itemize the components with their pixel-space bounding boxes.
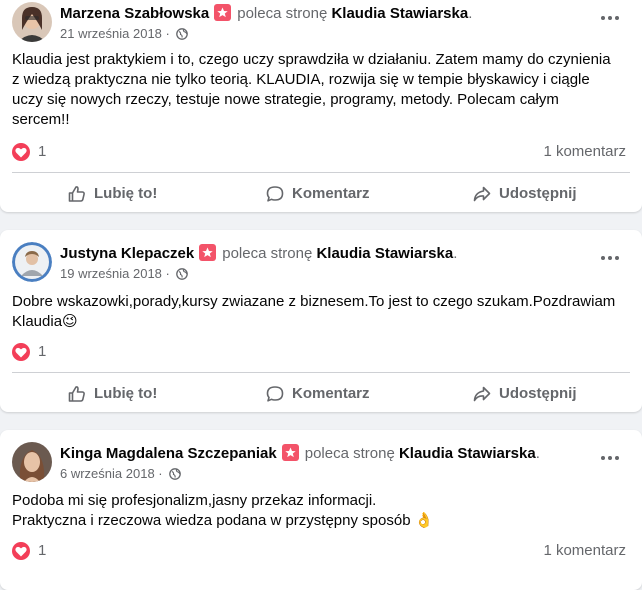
post-card: Kinga Magdalena Szczepaniak poleca stronę… (0, 430, 642, 590)
recommend-star-icon (281, 444, 299, 461)
heart-icon[interactable] (12, 143, 30, 161)
action-bar: Lubię to! Komentarz Udostępnij (0, 376, 642, 412)
recommend-star-icon (214, 4, 232, 21)
reaction-count[interactable]: 1 (38, 541, 46, 561)
post-text: Dobre wskazowki,porady,kursy zwiazane z … (12, 292, 630, 332)
post-card: Justyna Klepaczek poleca stronę Klaudia S… (0, 230, 642, 412)
more-icon[interactable] (598, 8, 622, 28)
post-date[interactable]: 21 września 2018 (60, 26, 162, 41)
post-header: Kinga Magdalena Szczepaniak poleca stronę… (12, 442, 630, 486)
comment-label: Komentarz (292, 385, 370, 402)
page-link[interactable]: Klaudia Stawiarska (399, 445, 536, 462)
post-meta: 21 września 2018 · (60, 26, 189, 43)
share-icon (473, 186, 491, 202)
post-text-line: Praktyczna i rzeczowa wiedza podana w pr… (12, 512, 434, 529)
post-text-line: Podoba mi się profesjonalizm,jasny przek… (12, 492, 377, 509)
author-name[interactable]: Marzena Szabłowska (60, 5, 209, 22)
author-line: Marzena Szabłowska poleca stronę Klaudia … (60, 4, 473, 22)
avatar[interactable] (12, 442, 52, 482)
share-icon (473, 386, 491, 402)
reactions-row: 1 1 komentarz (12, 541, 626, 561)
page-link[interactable]: Klaudia Stawiarska (316, 245, 453, 262)
post-text-line: uczy się nowych rzeczy, testuje nowe str… (12, 91, 559, 108)
post-text: Podoba mi się profesjonalizm,jasny przek… (12, 491, 630, 531)
reactions-row: 1 1 komentarz (12, 142, 626, 162)
like-icon (68, 186, 85, 202)
post-meta: 6 września 2018 · (60, 466, 182, 483)
post-text-line: sercem!! (12, 111, 70, 128)
post-meta: 19 września 2018 · (60, 266, 189, 283)
avatar[interactable] (12, 2, 52, 42)
like-label: Lubię to! (94, 185, 158, 202)
comment-label: Komentarz (292, 185, 370, 202)
avatar[interactable] (12, 242, 52, 282)
post-text: Klaudia jest praktykiem i to, czego uczy… (12, 50, 630, 130)
author-name[interactable]: Justyna Klepaczek (60, 245, 194, 262)
post-header: Justyna Klepaczek poleca stronę Klaudia S… (12, 242, 630, 286)
post-card: Marzena Szabłowska poleca stronę Klaudia … (0, 0, 642, 212)
share-label: Udostępnij (499, 385, 577, 402)
recommends-text: poleca stronę (304, 445, 395, 462)
share-label: Udostępnij (499, 185, 577, 202)
recommends-text: poleca stronę (237, 5, 328, 22)
comment-icon (266, 186, 284, 202)
author-name[interactable]: Kinga Magdalena Szczepaniak (60, 445, 277, 462)
recommend-star-icon (199, 244, 217, 261)
post-header: Marzena Szabłowska poleca stronę Klaudia … (12, 2, 630, 46)
heart-icon[interactable] (12, 343, 30, 361)
globe-icon (176, 28, 189, 43)
divider (12, 372, 630, 373)
like-icon (68, 386, 85, 402)
heart-icon[interactable] (12, 542, 30, 560)
post-date[interactable]: 19 września 2018 (60, 266, 162, 281)
more-icon[interactable] (598, 448, 622, 468)
divider (12, 172, 630, 173)
comment-count[interactable]: 1 komentarz (543, 541, 626, 561)
post-date[interactable]: 6 września 2018 (60, 466, 155, 481)
globe-icon (169, 468, 182, 483)
author-line: Kinga Magdalena Szczepaniak poleca stronę… (60, 444, 540, 462)
more-icon[interactable] (598, 248, 622, 268)
post-text-line: z wiedzą praktyczna nie tylko teorią. KL… (12, 71, 590, 88)
action-bar: Lubię to! Komentarz Udostępnij (0, 176, 642, 212)
post-text-line: Dobre wskazowki,porady,kursy zwiazane z … (12, 293, 616, 310)
reaction-count[interactable]: 1 (38, 342, 46, 362)
like-label: Lubię to! (94, 385, 158, 402)
page-link[interactable]: Klaudia Stawiarska (331, 5, 468, 22)
comment-count[interactable]: 1 komentarz (543, 142, 626, 162)
post-text-line: Klaudia jest praktykiem i to, czego uczy… (12, 51, 611, 68)
recommends-text: poleca stronę (222, 245, 313, 262)
author-line: Justyna Klepaczek poleca stronę Klaudia S… (60, 244, 458, 262)
reaction-count[interactable]: 1 (38, 142, 46, 162)
reactions-row: 1 (12, 342, 626, 362)
comment-icon (266, 386, 284, 402)
globe-icon (176, 268, 189, 283)
post-text-line: Klaudia😉 (12, 313, 78, 330)
